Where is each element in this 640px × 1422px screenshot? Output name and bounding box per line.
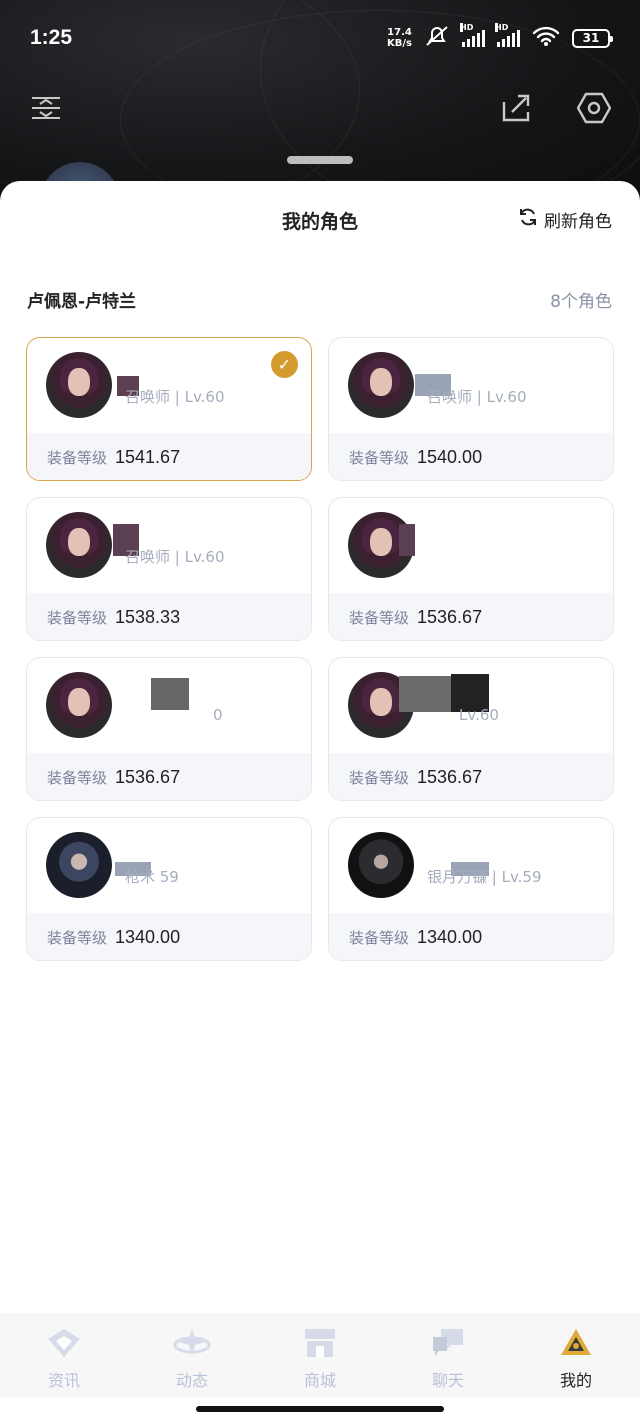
tab-label: 商城 xyxy=(303,1371,336,1390)
gear-level-value: 1340.00 xyxy=(115,927,181,947)
tab-profile[interactable]: 我的 xyxy=(512,1313,640,1397)
shop-icon xyxy=(303,1327,337,1363)
status-bar: 1:25 17.4 KB/s HD HD 31 xyxy=(0,0,640,76)
tab-chat[interactable]: 聊天 xyxy=(384,1313,512,1397)
character-card[interactable]: 召唤师 | Lv.60 ✓ 装备等级 1541.67 xyxy=(26,337,312,481)
redacted-name xyxy=(399,524,415,556)
tab-label: 资讯 xyxy=(47,1371,80,1390)
redacted-name xyxy=(151,678,189,710)
bottom-tab-bar: 资讯 动态 商城 聊天 我的 xyxy=(0,1313,640,1397)
character-card[interactable]: Lv.60 装备等级 1536.67 xyxy=(328,657,614,801)
gear-level-label: 装备等级 xyxy=(349,769,410,787)
character-class-level: 0 xyxy=(213,706,223,724)
character-class-level: 召唤师 | Lv.60 xyxy=(125,548,225,566)
redacted-name xyxy=(399,676,451,712)
home-indicator[interactable] xyxy=(196,1406,444,1412)
character-class-level: 银月万镰 | Lv.59 xyxy=(427,868,542,886)
news-icon xyxy=(46,1327,82,1363)
character-avatar xyxy=(46,672,112,738)
character-class-level: 召唤师 | Lv.60 xyxy=(125,388,225,406)
gear-level-label: 装备等级 xyxy=(349,929,410,947)
settings-icon[interactable] xyxy=(576,92,612,128)
character-avatar xyxy=(348,832,414,898)
wifi-icon xyxy=(532,25,560,51)
refresh-characters-button[interactable]: 刷新角色 xyxy=(518,207,612,232)
tab-label: 聊天 xyxy=(431,1371,464,1390)
character-card[interactable]: 枪术 59 装备等级 1340.00 xyxy=(26,817,312,961)
gear-level-value: 1340.00 xyxy=(417,927,483,947)
profile-icon xyxy=(559,1327,593,1363)
character-card[interactable]: 0 装备等级 1536.67 xyxy=(26,657,312,801)
character-avatar xyxy=(46,832,112,898)
character-card[interactable]: 召唤师 | Lv.60 装备等级 1538.33 xyxy=(26,497,312,641)
gear-level-label: 装备等级 xyxy=(47,769,108,787)
character-avatar xyxy=(46,512,112,578)
tab-label: 动态 xyxy=(175,1371,208,1390)
character-count: 8个角色 xyxy=(550,292,612,312)
network-speed: 17.4 KB/s xyxy=(387,27,412,49)
refresh-label: 刷新角色 xyxy=(544,212,612,232)
gear-level-value: 1536.67 xyxy=(115,767,181,787)
server-name: 卢佩恩-卢特兰 xyxy=(27,292,137,312)
gear-level-label: 装备等级 xyxy=(47,609,108,627)
selected-check-icon: ✓ xyxy=(271,351,298,378)
refresh-icon xyxy=(518,207,538,232)
character-class-level: Lv.60 xyxy=(459,706,499,724)
status-time: 1:25 xyxy=(30,26,73,49)
sheet-drag-handle[interactable] xyxy=(287,156,353,164)
mute-icon xyxy=(424,24,450,52)
tab-shop[interactable]: 商城 xyxy=(256,1313,384,1397)
character-class-level: 召唤师 | Lv.60 xyxy=(427,388,527,406)
gear-level-label: 装备等级 xyxy=(47,449,108,467)
signal-icon-2: HD xyxy=(495,23,520,47)
tab-feed[interactable]: 动态 xyxy=(128,1313,256,1397)
gear-level-value: 1536.67 xyxy=(417,607,483,627)
character-avatar xyxy=(348,352,414,418)
gear-level-value: 1541.67 xyxy=(115,447,181,467)
gear-level-label: 装备等级 xyxy=(349,609,410,627)
gear-level-value: 1538.33 xyxy=(115,607,181,627)
character-class-level: 枪术 59 xyxy=(125,868,179,886)
gear-level-label: 装备等级 xyxy=(349,449,410,467)
gear-level-label: 装备等级 xyxy=(47,929,108,947)
tab-news[interactable]: 资讯 xyxy=(0,1313,128,1397)
my-characters-sheet: 我的角色 刷新角色 卢佩恩-卢特兰 8个角色 召唤师 | Lv.60 ✓ 装备等… xyxy=(0,181,640,1422)
character-card[interactable]: 装备等级 1536.67 xyxy=(328,497,614,641)
signal-icon: HD xyxy=(460,23,485,47)
share-icon[interactable] xyxy=(500,92,532,128)
battery-indicator: 31 xyxy=(572,28,613,48)
gear-level-value: 1536.67 xyxy=(417,767,483,787)
tab-label: 我的 xyxy=(559,1371,592,1390)
character-card[interactable]: 银月万镰 | Lv.59 装备等级 1340.00 xyxy=(328,817,614,961)
feed-icon xyxy=(173,1327,211,1363)
character-avatar xyxy=(46,352,112,418)
gear-level-value: 1540.00 xyxy=(417,447,483,467)
menu-icon[interactable] xyxy=(30,94,62,126)
chat-icon xyxy=(431,1327,465,1363)
character-card[interactable]: 召唤师 | Lv.60 装备等级 1540.00 xyxy=(328,337,614,481)
